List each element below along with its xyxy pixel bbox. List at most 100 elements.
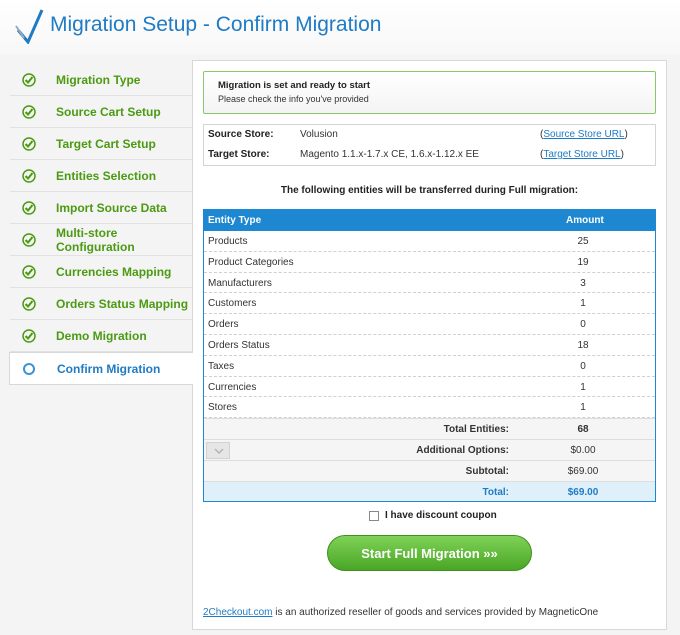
- entity-amount: 0: [580, 360, 586, 372]
- table-row: Manufacturers 3: [204, 273, 655, 294]
- step-entities-selection[interactable]: Entities Selection: [10, 160, 193, 192]
- entities-table: Entity Type Amount Products 25 Product Ca…: [203, 209, 656, 503]
- header: Migration Setup - Confirm Migration: [0, 0, 680, 55]
- check-icon: [22, 264, 36, 279]
- step-confirm-migration[interactable]: Confirm Migration: [9, 352, 193, 385]
- check-icon: [22, 200, 36, 215]
- total-entities-row: Total Entities: 68: [204, 418, 655, 439]
- table-row: Currencies 1: [204, 377, 655, 398]
- entity-amount: 3: [580, 277, 586, 289]
- subtotal-value: $69.00: [567, 465, 599, 477]
- table-row: Orders Status 18: [204, 335, 655, 356]
- entity-type: Stores: [208, 402, 237, 414]
- target-store-value: Magento 1.1.x-1.7.x CE, 1.6.x-1.12.x EE: [300, 149, 479, 160]
- step-demo-migration[interactable]: Demo Migration: [10, 320, 193, 352]
- entity-amount: 0: [580, 319, 586, 331]
- total-value: $69.00: [567, 486, 599, 498]
- source-store-url-link[interactable]: Source Store URL: [543, 129, 624, 140]
- chevron-down-icon: [214, 448, 224, 454]
- additional-options-value: $0.00: [570, 444, 596, 456]
- entity-amount: 1: [580, 298, 586, 310]
- table-row: Product Categories 19: [204, 252, 655, 273]
- steps-sidebar: Migration Type Source Cart Setup Target …: [9, 64, 193, 385]
- source-store-label: Source Store:: [208, 129, 274, 140]
- start-full-migration-button[interactable]: Start Full Migration »»: [327, 535, 532, 571]
- entity-type: Orders: [208, 319, 239, 331]
- stores-info: Source Store: Volusion (Source Store URL…: [203, 124, 656, 166]
- page-title: Migration Setup - Confirm Migration: [50, 13, 382, 36]
- check-icon: [22, 328, 36, 343]
- step-source-cart-setup[interactable]: Source Cart Setup: [10, 96, 193, 128]
- step-label: Migration Type: [56, 72, 141, 87]
- step-label: Orders Status Mapping: [56, 296, 189, 311]
- step-multi-store-configuration[interactable]: Multi-store Configuration: [10, 224, 193, 256]
- total-label: Total:: [482, 486, 509, 498]
- step-import-source-data[interactable]: Import Source Data: [10, 192, 193, 224]
- check-icon: [22, 168, 36, 183]
- source-store-row: Source Store: Volusion (Source Store URL…: [204, 125, 655, 145]
- additional-options-row: Additional Options: $0.00: [204, 438, 655, 460]
- current-step-icon: [23, 362, 35, 375]
- col-amount: Amount: [566, 215, 604, 226]
- step-orders-status-mapping[interactable]: Orders Status Mapping: [10, 288, 193, 320]
- logo-icon: [15, 9, 44, 44]
- entities-caption: The following entities will be transferr…: [280, 185, 579, 196]
- check-icon: [22, 104, 36, 119]
- 2checkout-link[interactable]: 2Checkout.com: [203, 607, 272, 618]
- entity-amount: 18: [577, 339, 589, 351]
- entity-type: Product Categories: [208, 256, 294, 268]
- step-label: Confirm Migration: [57, 361, 161, 376]
- subtotal-label: Subtotal:: [465, 465, 509, 477]
- step-target-cart-setup[interactable]: Target Cart Setup: [10, 128, 193, 160]
- entity-amount: 1: [580, 381, 586, 393]
- discount-coupon-checkbox[interactable]: [369, 510, 379, 521]
- subtotal-row: Subtotal: $69.00: [204, 459, 655, 481]
- step-label: Target Cart Setup: [56, 136, 156, 151]
- step-label: Multi-store Configuration: [56, 225, 135, 254]
- entity-type: Taxes: [208, 360, 235, 372]
- table-row: Customers 1: [204, 293, 655, 315]
- ready-notice: Migration is set and ready to start Plea…: [203, 71, 656, 114]
- footer-text: is an authorized reseller of goods and s…: [272, 607, 599, 618]
- discount-coupon-label: I have discount coupon: [385, 510, 497, 521]
- entity-amount: 25: [577, 236, 589, 247]
- target-store-url: (Target Store URL): [540, 149, 624, 160]
- table-row: Taxes 0: [204, 356, 655, 377]
- source-store-url: (Source Store URL): [540, 129, 628, 140]
- table-row: Stores 1: [204, 397, 655, 419]
- table-row: Products 25: [204, 231, 655, 252]
- step-label: Source Cart Setup: [56, 104, 161, 119]
- additional-options-label: Additional Options:: [416, 444, 509, 456]
- entity-amount: 19: [577, 256, 589, 268]
- entity-type: Orders Status: [208, 339, 270, 351]
- step-currencies-mapping[interactable]: Currencies Mapping: [10, 256, 193, 288]
- discount-coupon[interactable]: I have discount coupon: [369, 510, 497, 521]
- check-icon: [22, 232, 36, 247]
- target-store-row: Target Store: Magento 1.1.x-1.7.x CE, 1.…: [204, 145, 655, 165]
- entity-type: Currencies: [208, 381, 257, 393]
- footer-note: 2Checkout.com is an authorized reseller …: [203, 607, 598, 618]
- table-row: Orders 0: [204, 314, 655, 335]
- notice-subtitle: Please check the info you've provided: [218, 94, 369, 104]
- additional-options-toggle[interactable]: [206, 441, 230, 459]
- confirm-panel: Migration is set and ready to start Plea…: [192, 60, 667, 630]
- col-entity-type: Entity Type: [208, 215, 262, 226]
- entity-amount: 1: [580, 402, 586, 414]
- check-icon: [22, 136, 36, 151]
- step-label: Import Source Data: [56, 200, 167, 215]
- total-entities-label: Total Entities:: [443, 424, 509, 436]
- step-label: Entities Selection: [56, 168, 157, 183]
- total-row: Total: $69.00: [204, 480, 655, 502]
- step-label: Currencies Mapping: [56, 264, 172, 279]
- check-icon: [22, 72, 36, 87]
- target-store-label: Target Store:: [208, 149, 270, 160]
- step-migration-type[interactable]: Migration Type: [10, 64, 193, 96]
- entity-type: Products: [208, 236, 248, 247]
- check-icon: [22, 296, 36, 311]
- source-store-value: Volusion: [300, 129, 338, 140]
- target-store-url-link[interactable]: Target Store URL: [543, 149, 620, 160]
- total-entities-value: 68: [577, 424, 589, 436]
- notice-title: Migration is set and ready to start: [218, 80, 371, 91]
- entity-type: Manufacturers: [208, 277, 272, 289]
- step-label: Demo Migration: [56, 328, 147, 343]
